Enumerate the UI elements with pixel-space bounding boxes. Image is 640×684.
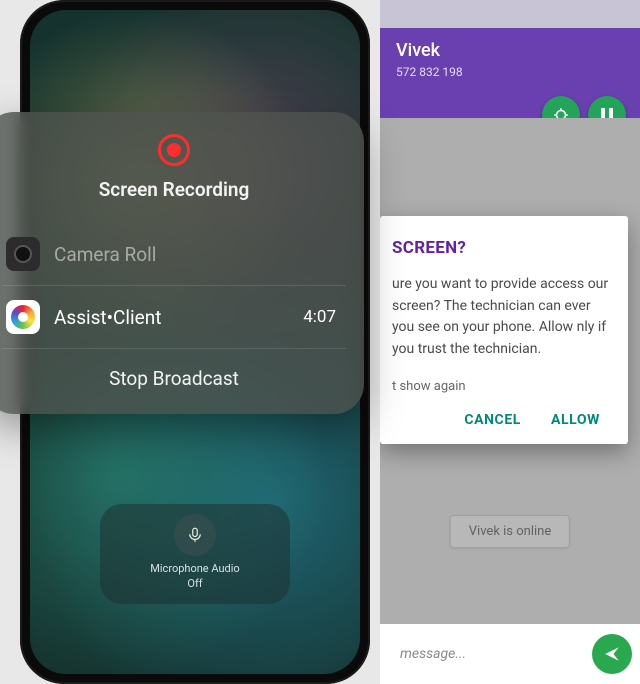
microphone-icon [174, 514, 216, 556]
dialog-actions: CANCEL ALLOW [392, 408, 610, 434]
contact-name: Vivek [396, 40, 624, 61]
camera-roll-label: Camera Roll [54, 243, 342, 266]
allow-screen-dialog: SCREEN? ure you want to provide access o… [380, 216, 628, 444]
android-phone: Vivek 572 832 198 Vivek is online SCREEN… [380, 0, 640, 684]
mic-state: Off [100, 577, 290, 590]
android-status-bar [380, 0, 640, 28]
assist-client-label: Assist•Client [54, 306, 289, 329]
screen-recording-sheet: Screen Recording Camera Roll Assist•Clie… [0, 112, 364, 414]
target-assist-client[interactable]: Assist•Client 4:07 [2, 285, 346, 348]
cancel-button[interactable]: CANCEL [464, 412, 521, 428]
target-camera-roll[interactable]: Camera Roll [2, 223, 346, 285]
allow-button[interactable]: ALLOW [551, 412, 600, 428]
session-code: 572 832 198 [396, 65, 624, 79]
dialog-checkbox-label[interactable]: t show again [392, 379, 610, 394]
dialog-body: ure you want to provide access our scree… [392, 274, 610, 361]
android-input-bar: message... [380, 624, 640, 684]
message-input[interactable]: message... [388, 634, 584, 674]
send-button[interactable] [592, 634, 632, 674]
mic-toggle[interactable]: Microphone Audio Off [100, 504, 290, 604]
mic-label: Microphone Audio [100, 562, 290, 575]
sheet-title: Screen Recording [2, 178, 346, 201]
recording-icon [158, 134, 190, 166]
recording-time: 4:07 [303, 307, 336, 327]
stop-broadcast-button[interactable]: Stop Broadcast [2, 348, 346, 394]
send-icon [603, 645, 621, 663]
assist-client-icon [6, 300, 40, 334]
dialog-title: SCREEN? [392, 238, 610, 258]
camera-roll-icon [6, 237, 40, 271]
